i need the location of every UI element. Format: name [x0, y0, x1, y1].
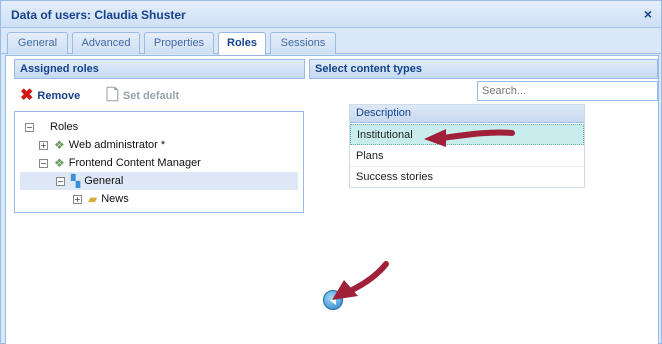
grid-row-success-stories[interactable]: Success stories — [350, 167, 584, 188]
group-icon: ▚ — [71, 174, 81, 188]
column-header-description[interactable]: Description — [350, 105, 584, 123]
expand-icon[interactable]: + — [73, 194, 82, 204]
collapse-icon[interactable]: − — [56, 176, 65, 186]
tree-node-web-administrator[interactable]: + ❖ Web administrator * — [39, 136, 165, 154]
collapse-icon[interactable]: − — [25, 122, 34, 132]
annotation-arrow-icon — [424, 129, 515, 147]
tab-properties[interactable]: Properties — [144, 32, 214, 54]
grid-row-plans[interactable]: Plans — [350, 146, 584, 167]
window-title: Data of users: Claudia Shuster — [11, 8, 186, 22]
roles-tree: − Roles + ❖ Web administrator * − ❖ Fron… — [14, 111, 304, 213]
tree-node-roles[interactable]: − Roles — [25, 118, 78, 136]
collapse-icon[interactable]: − — [39, 158, 48, 168]
search-input[interactable] — [477, 81, 658, 101]
close-icon[interactable]: × — [644, 6, 652, 22]
role-icon: ❖ — [54, 138, 65, 152]
assigned-roles-header: Assigned roles — [14, 59, 305, 79]
tab-sessions[interactable]: Sessions — [270, 32, 336, 54]
tree-node-label: Web administrator * — [68, 139, 166, 151]
tree-node-label: Frontend Content Manager — [68, 157, 201, 169]
remove-button[interactable]: ✖ Remove — [20, 87, 80, 105]
content-types-header: Select content types — [309, 59, 658, 79]
remove-icon: ✖ — [20, 87, 34, 104]
tree-node-label: News — [101, 193, 129, 205]
remove-button-label: Remove — [37, 90, 81, 102]
roles-toolbar: ✖ Remove 🗋 Set default — [10, 83, 306, 109]
tree-node-general[interactable]: − ▚ General — [20, 172, 298, 190]
folder-icon: ▰ — [88, 192, 98, 206]
annotation-arrow-icon — [332, 261, 389, 300]
expand-icon[interactable]: + — [39, 140, 48, 150]
set-default-button-label: Set default — [122, 90, 180, 102]
tree-node-news[interactable]: + ▰ News — [73, 190, 129, 208]
set-default-button[interactable]: 🗋 Set default — [106, 87, 179, 105]
document-icon: 🗋 — [106, 87, 119, 104]
tab-general[interactable]: General — [7, 32, 68, 54]
tab-roles[interactable]: Roles — [218, 32, 266, 55]
tree-node-frontend-content-manager[interactable]: − ❖ Frontend Content Manager — [39, 154, 201, 172]
role-icon: ❖ — [54, 156, 65, 170]
tab-advanced[interactable]: Advanced — [72, 32, 140, 54]
tree-node-label: General — [84, 175, 124, 187]
tab-strip: General Advanced Properties Roles Sessio… — [1, 28, 661, 55]
title-bar[interactable]: Data of users: Claudia Shuster × — [1, 1, 661, 28]
tree-node-label: Roles — [50, 121, 79, 133]
